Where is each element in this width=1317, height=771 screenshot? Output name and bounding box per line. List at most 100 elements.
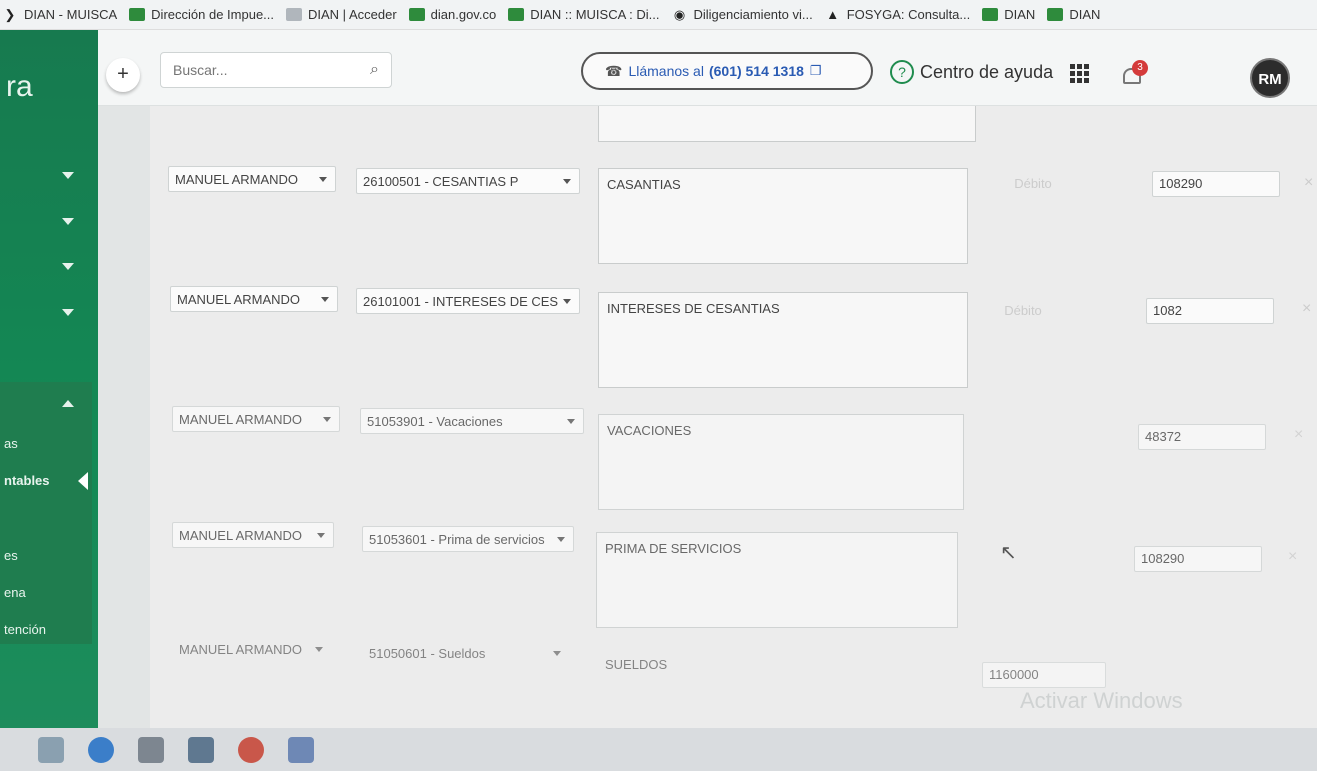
call-number: (601) 514 1318 [708, 63, 804, 79]
account-select[interactable]: 51053601 - Prima de servicios [362, 526, 574, 552]
remove-row-icon[interactable]: × [1294, 426, 1303, 444]
sidebar-item-3[interactable]: es [4, 548, 18, 563]
chevron-down-icon[interactable] [62, 172, 74, 179]
chevron-down-icon [557, 537, 565, 542]
bookmark-diligenciamiento[interactable]: ◉ Diligenciamiento vi... [671, 6, 813, 23]
help-label: Centro de ayuda [920, 61, 1054, 82]
brand-logo: ra [6, 70, 33, 103]
chevron-down-icon [563, 179, 571, 184]
bookmark-icon [129, 8, 146, 21]
table-row: MANUEL ARMANDO 51053601 - Prima de servi… [98, 522, 1317, 642]
bookmark-dian-1[interactable]: DIAN [982, 7, 1035, 22]
chrome-icon[interactable] [238, 736, 264, 763]
bookmark-icon [1047, 8, 1064, 21]
file-explorer-icon[interactable] [38, 736, 64, 763]
chevron-down-icon [563, 299, 571, 304]
main-content: MANUEL ARMANDO 26100501 - CESANTIAS P CA… [98, 106, 1317, 728]
chevron-down-icon [319, 177, 327, 182]
bookmark-dian-acceder[interactable]: DIAN | Acceder [286, 7, 397, 22]
windows-taskbar [0, 728, 1317, 771]
third-party-select[interactable]: MANUEL ARMANDO [170, 286, 338, 312]
amount-input[interactable]: 108290 [1152, 171, 1280, 197]
chevron-down-icon [323, 417, 331, 422]
chevron-down-icon[interactable] [62, 218, 74, 225]
bookmark-icon [982, 8, 999, 21]
debit-credit-toggle[interactable] [858, 658, 948, 684]
activate-windows-watermark: Activar Windows [1020, 688, 1183, 713]
call-label: Llámanos al [628, 63, 704, 79]
amount-input[interactable]: 1082 [1146, 298, 1274, 324]
triangle-icon: ▲ [826, 7, 840, 22]
help-icon: ? [890, 60, 914, 84]
chevron-down-icon [553, 651, 561, 656]
bookmark-icon [286, 8, 303, 21]
help-center-link[interactable]: ? Centro de ayuda [890, 60, 1053, 84]
bookmark-icon [408, 8, 425, 21]
mail-icon[interactable] [188, 736, 214, 763]
chevron-up-icon[interactable] [62, 400, 74, 407]
account-select[interactable]: 26100501 - CESANTIAS P [356, 168, 580, 194]
search-box[interactable]: ⌕ [160, 52, 392, 88]
bookmark-dian-muisca-di[interactable]: DIAN :: MUISCA : Di... [508, 7, 659, 22]
copy-icon[interactable]: ❐ [810, 63, 822, 79]
remove-row-icon[interactable]: × [1304, 174, 1313, 192]
search-icon[interactable]: ⌕ [370, 61, 379, 79]
debit-credit-toggle[interactable]: Débito [988, 171, 1078, 197]
description-textarea[interactable]: INTERESES DE CESANTIAS [598, 292, 968, 388]
user-avatar[interactable]: RM [1250, 58, 1290, 98]
account-select[interactable]: 51053901 - Vacaciones [360, 408, 584, 434]
amount-input[interactable]: 48372 [1138, 424, 1266, 450]
sidebar-item-contables[interactable]: ntables [4, 473, 50, 488]
remove-row-icon[interactable]: × [1288, 548, 1297, 566]
sidebar-item-1[interactable]: as [4, 436, 18, 451]
bookmark-fosyga[interactable]: ▲ FOSYGA: Consulta... [825, 7, 970, 22]
bookmark-dian-muisca[interactable]: ❯ DIAN - MUISCA [2, 6, 118, 23]
edge-icon[interactable] [88, 736, 114, 763]
chevron-down-icon [315, 647, 323, 652]
notification-bell-icon[interactable]: 3 [1120, 60, 1148, 88]
notification-badge: 3 [1132, 60, 1148, 76]
active-indicator [78, 472, 88, 490]
remove-row-icon[interactable]: × [1302, 300, 1311, 318]
search-input[interactable] [173, 62, 371, 78]
bookmark-icon [508, 8, 525, 21]
call-button[interactable]: ☎ Llámanos al (601) 514 1318 ❐ [581, 52, 873, 90]
apps-grid-icon[interactable] [1070, 64, 1090, 84]
amount-input[interactable]: 108290 [1134, 546, 1262, 572]
bookmark-dian-gov[interactable]: dian.gov.co [408, 7, 496, 22]
sidebar-item-retencion[interactable]: tención [4, 622, 46, 637]
third-party-select[interactable]: MANUEL ARMANDO [172, 636, 332, 662]
word-icon[interactable] [288, 736, 314, 763]
debit-credit-toggle[interactable]: Débito [978, 298, 1068, 324]
third-party-select[interactable]: MANUEL ARMANDO [172, 406, 340, 432]
bookmarks-bar: ❯ DIAN - MUISCA Dirección de Impue... DIA… [0, 0, 1317, 30]
add-button[interactable]: + [106, 58, 140, 92]
table-row: MANUEL ARMANDO 26101001 - INTERESES DE C… [98, 286, 1317, 406]
store-icon[interactable] [138, 736, 164, 763]
account-select[interactable]: 26101001 - INTERESES DE CES [356, 288, 580, 314]
phone-icon: ☎ [605, 62, 623, 79]
third-party-select[interactable]: MANUEL ARMANDO [172, 522, 334, 548]
top-toolbar: + ⌕ ☎ Llámanos al (601) 514 1318 ❐ ? Cen… [98, 30, 1317, 106]
chevron-down-icon[interactable] [62, 309, 74, 316]
description-textarea[interactable]: CASANTIAS [598, 168, 968, 264]
description-textarea-partial[interactable] [598, 106, 976, 142]
sidebar-item-nomina[interactable]: ena [4, 585, 26, 600]
bookmark-icon: ❯ [4, 6, 16, 22]
debit-credit-toggle[interactable] [974, 422, 1064, 448]
bookmark-dian-2[interactable]: DIAN [1047, 7, 1100, 22]
globe-icon: ◉ [673, 6, 686, 22]
description-textarea[interactable]: PRIMA DE SERVICIOS [596, 532, 958, 628]
chevron-down-icon [567, 419, 575, 424]
mouse-cursor-icon: ↖ [1000, 542, 1017, 564]
description-textarea[interactable]: VACACIONES [598, 414, 964, 510]
chevron-down-icon [317, 533, 325, 538]
chevron-down-icon[interactable] [62, 263, 74, 270]
chevron-down-icon [321, 297, 329, 302]
sidebar: ra as ntables es ena tención [0, 30, 98, 728]
bookmark-direccion-impuestos[interactable]: Dirección de Impue... [129, 7, 274, 22]
amount-input[interactable]: 1160000 [982, 662, 1106, 688]
account-select[interactable]: 51050601 - Sueldos [362, 640, 570, 666]
sidebar-submenu [0, 382, 92, 644]
third-party-select[interactable]: MANUEL ARMANDO [168, 166, 336, 192]
